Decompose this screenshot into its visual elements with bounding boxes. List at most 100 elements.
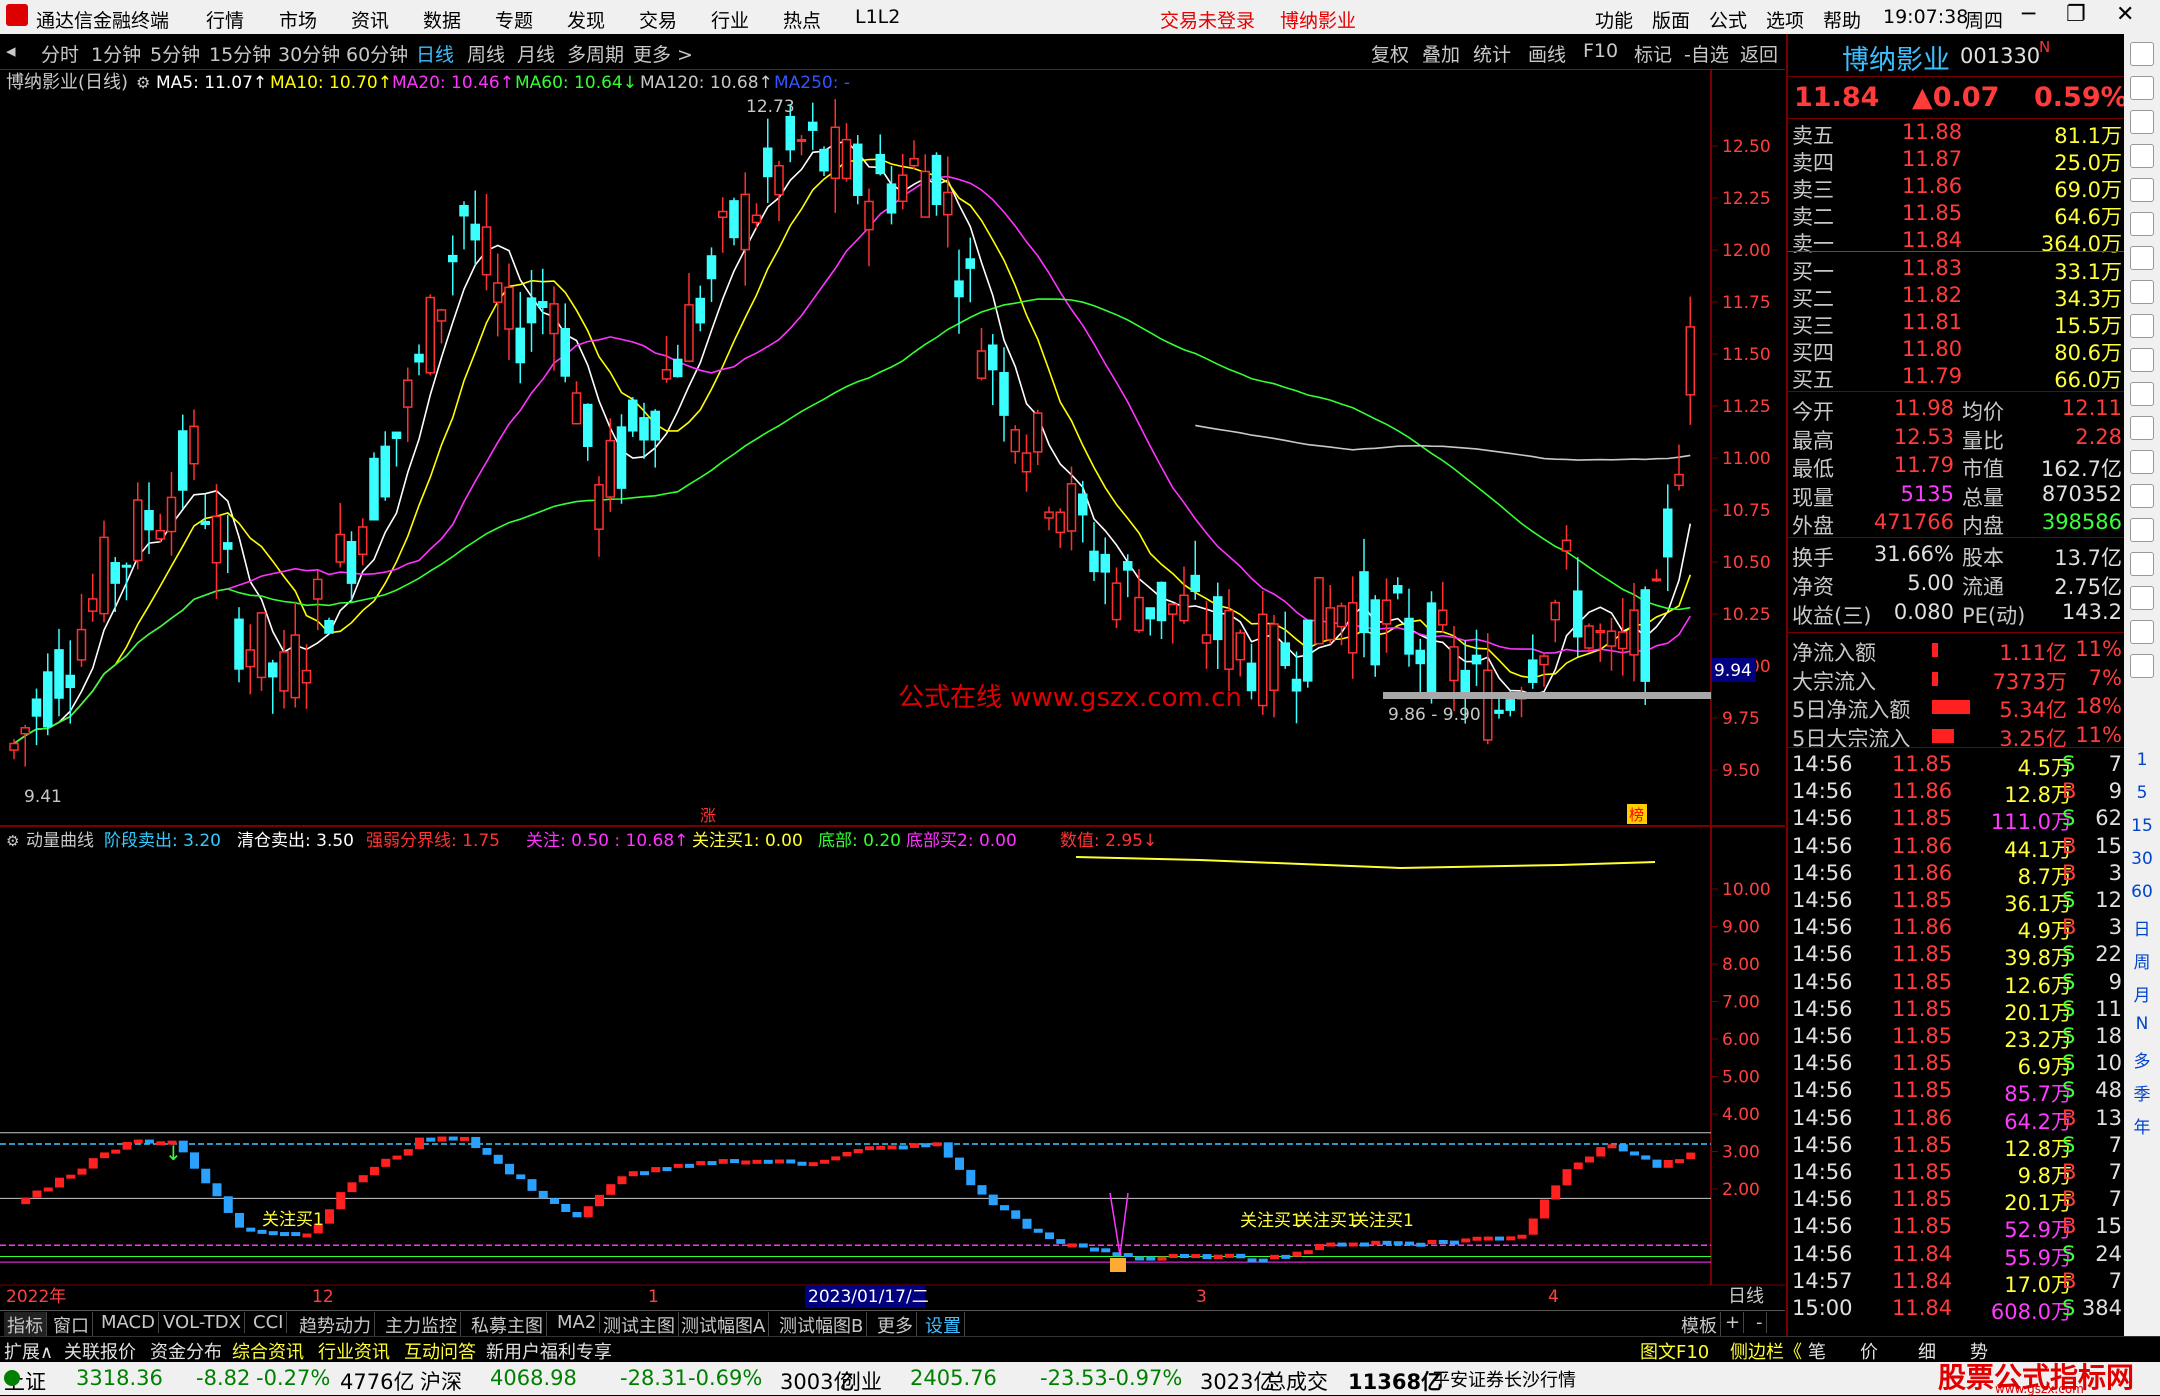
period-5min[interactable]: 5分钟 (150, 40, 200, 67)
ask-row[interactable]: 卖五 11.88 81.1万 (1792, 120, 2122, 148)
action-f10[interactable]: F10 (1583, 40, 1618, 62)
indicator-tab[interactable]: 测试幅图A (678, 1312, 770, 1338)
bell-icon[interactable] (2130, 552, 2154, 576)
menu-jiaoyi[interactable]: 交易 (639, 6, 677, 33)
news-icon[interactable] (2130, 348, 2154, 372)
news-tab[interactable]: 互动问答 (404, 1338, 476, 1364)
indicator-tab[interactable]: 测试幅图B (776, 1312, 868, 1338)
action-zixuan[interactable]: -自选 (1684, 40, 1729, 67)
move-icon[interactable] (2130, 586, 2154, 610)
clock-icon[interactable] (2130, 246, 2154, 270)
ask-row[interactable]: 卖四 11.87 25.0万 (1792, 147, 2122, 175)
period-side-button[interactable]: 1 (2130, 750, 2154, 774)
news-right-tab[interactable]: 笔 (1808, 1338, 1826, 1364)
indicator-tab[interactable]: MA2 (554, 1312, 601, 1333)
period-side-button[interactable]: 30 (2130, 849, 2154, 873)
period-side-button[interactable]: 月 (2130, 981, 2154, 1006)
menu-bangzhu[interactable]: 帮助 (1823, 6, 1861, 33)
news-tab[interactable]: 扩展∧ (4, 1338, 53, 1364)
chart-tool-icon[interactable] (2130, 654, 2154, 678)
news-right-tab[interactable]: 细 (1918, 1338, 1936, 1364)
tab-bar-control[interactable]: - (1753, 1312, 1767, 1333)
home-icon[interactable] (2130, 110, 2154, 134)
list-icon[interactable] (2130, 280, 2154, 304)
indicator-tab[interactable]: 私募主图 (468, 1312, 547, 1338)
indicator-tab[interactable]: 更多 (874, 1312, 917, 1338)
period-multi[interactable]: 多周期 (567, 40, 624, 67)
period-side-button[interactable]: 日 (2130, 915, 2154, 940)
period-side-button[interactable]: 季 (2130, 1080, 2154, 1105)
menu-redian[interactable]: 热点 (783, 6, 821, 33)
news-tab[interactable]: 行业资讯 (318, 1338, 390, 1364)
menu-gongneng[interactable]: 功能 (1595, 6, 1633, 33)
bid-row[interactable]: 买一 11.83 33.1万 (1792, 256, 2122, 284)
f6-icon[interactable] (2130, 450, 2154, 474)
indicator-tab[interactable]: 主力监控 (382, 1312, 461, 1338)
bid-row[interactable]: 买四 11.80 80.6万 (1792, 337, 2122, 365)
menu-xuanxiang[interactable]: 选项 (1766, 6, 1804, 33)
rsi-icon[interactable] (2130, 518, 2154, 542)
news-right-tab[interactable]: 图文F10 (1640, 1338, 1709, 1364)
menu-banmian[interactable]: 版面 (1652, 6, 1690, 33)
menu-shichang[interactable]: 市场 (279, 6, 317, 33)
trade-login-notice[interactable]: 交易未登录 (1160, 6, 1255, 33)
indicator-tab[interactable]: MACD (98, 1312, 159, 1333)
period-side-button[interactable]: 15 (2130, 816, 2154, 840)
up-arrow-icon[interactable] (2130, 76, 2154, 100)
menu-hangye[interactable]: 行业 (711, 6, 749, 33)
menu-zixun[interactable]: 资讯 (351, 6, 389, 33)
menu-gongshi[interactable]: 公式 (1709, 6, 1747, 33)
grid-icon[interactable] (2130, 484, 2154, 508)
period-more[interactable]: 更多 > (633, 40, 693, 67)
ma-settings-icon[interactable]: ⚙ (136, 73, 150, 92)
news-tab[interactable]: 资金分布 (150, 1338, 222, 1364)
menu-zhuanti[interactable]: 专题 (495, 6, 533, 33)
indicator-settings-icon[interactable]: ⚙ (6, 832, 19, 850)
collapse-icon[interactable] (2130, 42, 2154, 66)
period-monthly[interactable]: 月线 (517, 40, 555, 67)
period-1min[interactable]: 1分钟 (91, 40, 141, 67)
period-30min[interactable]: 30分钟 (278, 40, 340, 67)
calendar-icon[interactable] (2130, 382, 2154, 406)
indicator-tab[interactable]: 指标 (4, 1312, 47, 1338)
kline-chart[interactable]: 12.5012.2512.0011.7511.5011.2511.0010.75… (0, 70, 1785, 1310)
close-icon[interactable]: ✕ (2116, 2, 2134, 27)
line-chart-icon[interactable] (2130, 178, 2154, 202)
power-icon[interactable] (2130, 620, 2154, 644)
news-tab[interactable]: 新用户福利专享 (486, 1338, 612, 1364)
bid-row[interactable]: 买五 11.79 66.0万 (1792, 364, 2122, 392)
menu-shuju[interactable]: 数据 (423, 6, 461, 33)
news-tab[interactable]: 综合资讯 (232, 1338, 304, 1364)
bar-chart-icon[interactable] (2130, 144, 2154, 168)
restore-icon[interactable]: ❐ (2066, 2, 2086, 27)
period-side-button[interactable]: 5 (2130, 783, 2154, 807)
period-side-button[interactable]: 周 (2130, 948, 2154, 973)
f2-icon[interactable] (2130, 416, 2154, 440)
menu-l1l2[interactable]: L1L2 (855, 6, 900, 28)
indicator-tab[interactable]: 设置 (922, 1312, 965, 1338)
bid-row[interactable]: 买三 11.81 15.5万 (1792, 310, 2122, 338)
indicator-tab[interactable]: VOL-TDX (160, 1312, 245, 1333)
period-side-button[interactable]: N (2130, 1014, 2154, 1038)
bid-row[interactable]: 买二 11.82 34.3万 (1792, 283, 2122, 311)
ask-row[interactable]: 卖三 11.86 69.0万 (1792, 174, 2122, 202)
tab-bar-control[interactable]: 模板 (1678, 1312, 1721, 1338)
period-weekly[interactable]: 周线 (467, 40, 505, 67)
period-15min[interactable]: 15分钟 (209, 40, 271, 67)
candle-chart-icon[interactable] (2130, 212, 2154, 236)
menu-faxian[interactable]: 发现 (567, 6, 605, 33)
ask-row[interactable]: 卖二 11.85 64.6万 (1792, 201, 2122, 229)
indicator-tab[interactable]: 窗口 (50, 1312, 93, 1338)
period-fenshi[interactable]: 分时 (41, 40, 79, 67)
action-fuquan[interactable]: 复权 (1371, 40, 1409, 67)
action-back[interactable]: 返回 (1740, 40, 1778, 67)
period-side-button[interactable]: 60 (2130, 882, 2154, 906)
indicator-tab[interactable]: CCI (250, 1312, 288, 1333)
indicator-tab[interactable]: 测试主图 (600, 1312, 679, 1338)
period-side-button[interactable]: 多 (2130, 1047, 2154, 1072)
news-tab[interactable]: 关联报价 (64, 1338, 136, 1364)
tab-bar-control[interactable]: + (1722, 1312, 1745, 1333)
period-daily[interactable]: 日线 (416, 40, 454, 67)
action-biaoji[interactable]: 标记 (1634, 40, 1672, 67)
period-side-button[interactable]: 年 (2130, 1113, 2154, 1138)
